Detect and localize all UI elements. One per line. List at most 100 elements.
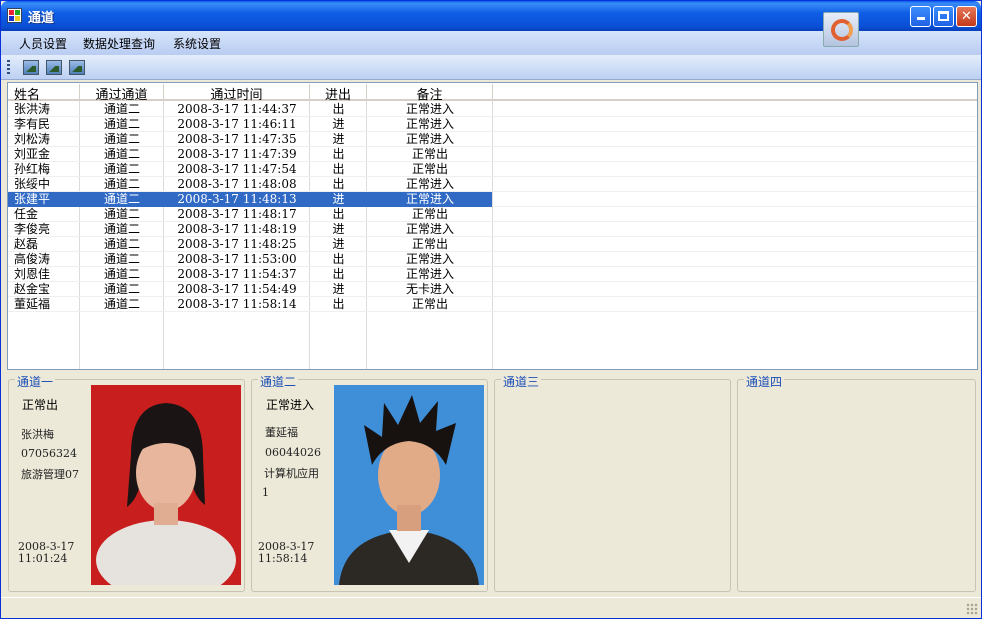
cell-name: 刘亚金 (14, 147, 51, 161)
column-header-name[interactable]: 姓名 (8, 84, 80, 103)
cell-io: 出 (332, 207, 345, 221)
table-row[interactable]: 董延福 通道二 2008-3-17 11:58:14 出 正常出 (8, 297, 977, 312)
cell-time: 2008-3-17 11:54:37 (177, 267, 297, 281)
panel-person-dept: 计算机应用 (264, 467, 319, 480)
table-row[interactable]: 刘松涛 通道二 2008-3-17 11:47:35 进 正常进入 (8, 132, 977, 147)
cell-name: 张绥中 (14, 177, 51, 191)
minimize-icon (916, 17, 925, 20)
table-row[interactable]: 孙红梅 通道二 2008-3-17 11:47:54 出 正常出 (8, 162, 977, 177)
cell-note: 正常进入 (405, 102, 454, 116)
table-row[interactable]: 刘恩佳 通道二 2008-3-17 11:54:37 出 正常进入 (8, 267, 977, 282)
app-logo-badge-icon (823, 12, 859, 47)
cell-note: 正常出 (411, 147, 448, 161)
cell-time: 2008-3-17 11:48:08 (177, 177, 297, 191)
maximize-button[interactable] (933, 6, 954, 27)
table-row[interactable]: 张洪涛 通道二 2008-3-17 11:44:37 出 正常进入 (8, 102, 977, 117)
table-row[interactable]: 张绥中 通道二 2008-3-17 11:48:08 出 正常进入 (8, 177, 977, 192)
cell-note: 正常进入 (405, 222, 454, 236)
picture-icon[interactable] (69, 60, 85, 75)
cell-io: 进 (332, 132, 345, 146)
cell-io: 出 (332, 162, 345, 176)
cell-note: 正常出 (411, 207, 448, 221)
cell-note: 正常进入 (405, 252, 454, 266)
close-button[interactable]: ✕ (956, 6, 977, 27)
table-row[interactable]: 李有民 通道二 2008-3-17 11:46:11 进 正常进入 (8, 117, 977, 132)
column-header-note[interactable]: 备注 (367, 84, 493, 103)
table-row[interactable]: 李俊亮 通道二 2008-3-17 11:48:19 进 正常进入 (8, 222, 977, 237)
channel-panel-2: 通道二 正常进入 董延福 06044026 计算机应用 1 2008-3-17 … (251, 373, 488, 592)
cell-io: 出 (332, 252, 345, 266)
cell-time: 2008-3-17 11:58:14 (177, 297, 297, 311)
cell-name: 孙红梅 (14, 162, 51, 176)
table-row[interactable]: 赵磊 通道二 2008-3-17 11:48:25 进 正常出 (8, 237, 977, 252)
picture-icon[interactable] (23, 60, 39, 75)
channel-panel-3: 通道三 (494, 373, 731, 592)
table-row[interactable]: 高俊涛 通道二 2008-3-17 11:53:00 出 正常进入 (8, 252, 977, 267)
cell-time: 2008-3-17 11:47:35 (177, 132, 297, 146)
cell-io: 进 (332, 192, 345, 206)
table-row[interactable]: 赵金宝 通道二 2008-3-17 11:54:49 进 无卡进入 (8, 282, 977, 297)
cell-name: 张建平 (14, 192, 51, 206)
channel-panel-1: 通道一 正常出 张洪梅 07056324 旅游管理07 2008-3-17 11… (8, 373, 245, 592)
cell-io: 进 (332, 222, 345, 236)
cell-name: 董延福 (14, 297, 51, 311)
panel-title: 通道一 (15, 373, 56, 390)
panel-person-name: 张洪梅 (21, 428, 54, 441)
panel-person-name: 董延福 (265, 426, 298, 439)
panel-title: 通道四 (744, 373, 785, 390)
cell-name: 刘松涛 (14, 132, 51, 146)
cell-io: 出 (332, 102, 345, 116)
app-window-icon[interactable] (7, 8, 22, 23)
cell-channel: 通道二 (103, 102, 140, 116)
cell-note: 正常进入 (405, 192, 454, 206)
table-row[interactable]: 张建平 通道二 2008-3-17 11:48:13 进 正常进入 (8, 192, 977, 207)
table-row[interactable]: 刘亚金 通道二 2008-3-17 11:47:39 出 正常出 (8, 147, 977, 162)
close-icon: ✕ (961, 9, 972, 24)
cell-time: 2008-3-17 11:48:17 (177, 207, 297, 221)
resize-grip-icon[interactable] (966, 603, 978, 615)
column-header-channel[interactable]: 通过通道 (80, 84, 164, 103)
panel-person-extra: 1 (262, 486, 269, 499)
panel-person-id: 06044026 (265, 446, 321, 459)
cell-note: 正常出 (411, 297, 448, 311)
minimize-button[interactable] (910, 6, 931, 27)
window-title: 通道 (28, 11, 55, 26)
status-bar (1, 597, 981, 618)
access-records-grid[interactable]: 姓名 通过通道 通过时间 进出 备注 张洪涛 通道二 2008-3-17 11:44… (7, 82, 978, 370)
column-header-inout[interactable]: 进出 (310, 84, 367, 103)
cell-name: 任金 (14, 207, 39, 221)
cell-channel: 通道二 (103, 117, 140, 131)
table-row[interactable]: 任金 通道二 2008-3-17 11:48:17 出 正常出 (8, 207, 977, 222)
cell-channel: 通道二 (103, 252, 140, 266)
cell-time: 2008-3-17 11:46:11 (177, 117, 297, 131)
panel-person-dept: 旅游管理07 (21, 468, 79, 481)
cell-channel: 通道二 (103, 267, 140, 281)
cell-channel: 通道二 (103, 297, 140, 311)
cell-time: 2008-3-17 11:44:37 (177, 102, 297, 116)
cell-io: 出 (332, 297, 345, 311)
cell-io: 进 (332, 117, 345, 131)
menu-system-settings[interactable]: 系统设置 (173, 35, 221, 52)
menu-data-query[interactable]: 数据处理查询 (83, 35, 155, 52)
cell-note: 正常出 (411, 237, 448, 251)
panel-status: 正常出 (22, 398, 59, 412)
grid-header: 姓名 通过通道 通过时间 进出 备注 (8, 83, 977, 103)
cell-name: 赵金宝 (14, 282, 51, 296)
panel-status: 正常进入 (266, 398, 315, 412)
menu-personnel-settings[interactable]: 人员设置 (19, 35, 67, 52)
cell-time: 2008-3-17 11:48:19 (177, 222, 297, 236)
panel-time: 11:58:14 (258, 552, 308, 565)
cell-channel: 通道二 (103, 177, 140, 191)
cell-time: 2008-3-17 11:53:00 (177, 252, 297, 266)
cell-io: 出 (332, 147, 345, 161)
cell-name: 李有民 (14, 117, 51, 131)
cell-time: 2008-3-17 11:47:39 (177, 147, 297, 161)
picture-icon[interactable] (46, 60, 62, 75)
panel-title: 通道二 (258, 373, 299, 390)
maximize-icon (938, 11, 949, 21)
column-header-time[interactable]: 通过时间 (164, 84, 310, 103)
cell-time: 2008-3-17 11:48:25 (177, 237, 297, 251)
cell-name: 刘恩佳 (14, 267, 51, 281)
toolbar-grip[interactable] (7, 60, 10, 75)
main-window: 通道 ✕ 人员设置 数据处理查询 系统设置 姓名 通过通道 通过时间 进出 备注 (0, 0, 982, 619)
